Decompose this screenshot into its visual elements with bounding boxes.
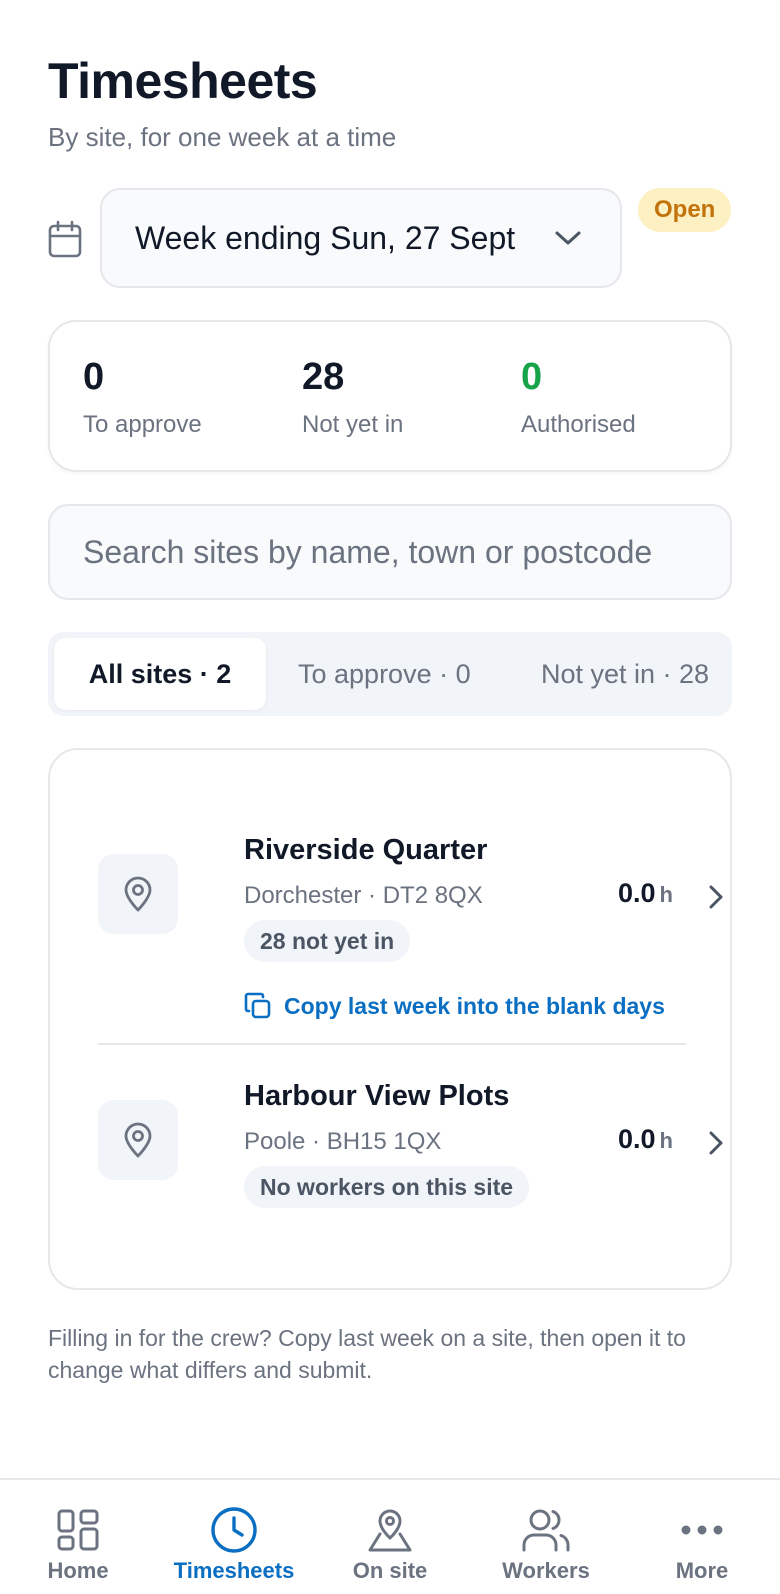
nav-label: Workers (502, 1558, 590, 1583)
site-status-chip: 28 not yet in (244, 920, 411, 962)
chevron-down-icon (555, 231, 581, 245)
nav-workers[interactable]: Workers (468, 1480, 624, 1594)
site-status-chip: No workers on this site (244, 1166, 530, 1208)
stat-value: 28 (302, 356, 345, 398)
stat-label: To approve (83, 411, 202, 438)
nav-label: Home (47, 1558, 109, 1583)
nav-timesheets[interactable]: Timesheets (156, 1480, 312, 1594)
tab-to-approve[interactable]: To approve · 0 (298, 638, 471, 710)
tab-not-yet-in[interactable]: Not yet in · 28 (541, 638, 709, 710)
helper-text: Filling in for the crew? Copy last week … (48, 1325, 686, 1383)
grid-icon (57, 1509, 99, 1551)
site-row-riverside-quarter[interactable]: Riverside Quarter Dorchester · DT2 8QX 2… (98, 834, 723, 1024)
stat-to-approve: 0 To approve (83, 356, 202, 439)
nav-label: Timesheets (173, 1558, 295, 1583)
nav-home[interactable]: Home (0, 1480, 156, 1594)
sites-list: Riverside Quarter Dorchester · DT2 8QX 2… (48, 748, 732, 1290)
stat-value: 0 (83, 356, 105, 398)
copy-icon (244, 992, 271, 1019)
site-pin-tile (98, 854, 178, 934)
site-address: Dorchester · DT2 8QX (244, 882, 483, 909)
nav-more[interactable]: More (624, 1480, 780, 1594)
copy-last-week-link[interactable]: Copy last week into the blank days (244, 992, 665, 1020)
stat-label: Not yet in (302, 411, 404, 438)
week-selector[interactable]: Week ending Sun, 27 Sept (100, 188, 622, 288)
week-status-badge: Open (638, 188, 732, 232)
chevron-right-icon (709, 1131, 723, 1155)
stat-authorised: 0 Authorised (521, 356, 636, 439)
nav-label: On site (352, 1558, 428, 1583)
hours-unit: h (659, 1128, 673, 1153)
page-subtitle: By site, for one week at a time (48, 122, 397, 152)
nav-label: More (675, 1558, 729, 1583)
copy-link-label: Copy last week into the blank days (284, 992, 665, 1019)
chevron-right-icon (709, 885, 723, 909)
stat-value: 0 (521, 356, 543, 398)
filter-tabs: All sites · 2 To approve · 0 Not yet in … (48, 632, 732, 716)
page-title: Timesheets (48, 53, 318, 109)
map-pin-icon (124, 1122, 152, 1158)
search-input[interactable] (48, 504, 732, 600)
users-icon (522, 1509, 570, 1552)
stat-label: Authorised (521, 411, 636, 438)
map-pin-icon (124, 876, 152, 912)
hours-value: 0.0 (618, 878, 656, 908)
site-hours: 0.0 h (618, 878, 673, 909)
site-divider (98, 1043, 686, 1045)
more-dots-icon (681, 1525, 723, 1535)
hours-unit: h (659, 882, 673, 907)
week-label: Week ending Sun, 27 Sept (135, 219, 516, 256)
site-address: Poole · BH15 1QX (244, 1128, 442, 1155)
site-name: Riverside Quarter (244, 834, 488, 866)
stat-not-yet-in: 28 Not yet in (302, 356, 403, 439)
tab-all-sites[interactable]: All sites · 2 (54, 638, 266, 710)
hours-value: 0.0 (618, 1124, 656, 1154)
bottom-nav: Home Timesheets On site Workers More (0, 1478, 780, 1594)
nav-on-site[interactable]: On site (312, 1480, 468, 1594)
clock-icon (211, 1507, 257, 1553)
site-row-harbour-view-plots[interactable]: Harbour View Plots Poole · BH15 1QX No w… (98, 1080, 723, 1210)
stats-card: 0 To approve 28 Not yet in 0 Authorised (48, 320, 732, 472)
site-pin-tile (98, 1100, 178, 1180)
calendar-icon (48, 220, 82, 258)
site-name: Harbour View Plots (244, 1080, 510, 1112)
site-hours: 0.0 h (618, 1124, 673, 1155)
map-pin-icon (368, 1509, 412, 1552)
